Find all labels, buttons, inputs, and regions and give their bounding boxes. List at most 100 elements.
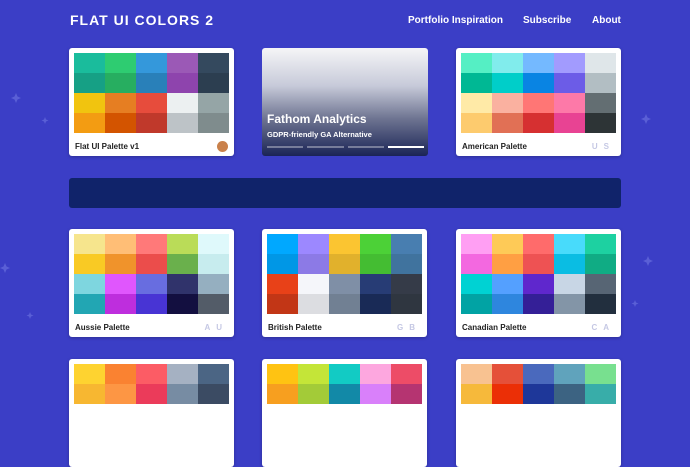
color-swatch[interactable]	[360, 234, 391, 254]
color-swatch[interactable]	[198, 234, 229, 254]
color-swatch[interactable]	[585, 384, 616, 404]
site-logo[interactable]: FLAT UI COLORS 2	[70, 12, 214, 28]
nav-portfolio-inspiration[interactable]: Portfolio Inspiration	[408, 15, 503, 26]
color-swatch[interactable]	[554, 113, 585, 133]
color-swatch[interactable]	[298, 364, 329, 384]
color-swatch[interactable]	[136, 294, 167, 314]
color-swatch[interactable]	[105, 73, 136, 93]
nav-about[interactable]: About	[592, 15, 621, 26]
color-swatch[interactable]	[523, 73, 554, 93]
color-swatch[interactable]	[74, 53, 105, 73]
color-swatch[interactable]	[492, 274, 523, 294]
color-swatch[interactable]	[105, 234, 136, 254]
color-swatch[interactable]	[198, 274, 229, 294]
color-swatch[interactable]	[167, 274, 198, 294]
color-swatch[interactable]	[74, 113, 105, 133]
color-swatch[interactable]	[461, 234, 492, 254]
color-swatch[interactable]	[167, 294, 198, 314]
color-swatch[interactable]	[136, 234, 167, 254]
color-swatch[interactable]	[360, 274, 391, 294]
color-swatch[interactable]	[198, 254, 229, 274]
color-swatch[interactable]	[167, 384, 198, 404]
color-swatch[interactable]	[167, 254, 198, 274]
color-swatch[interactable]	[360, 294, 391, 314]
color-swatch[interactable]	[585, 274, 616, 294]
color-swatch[interactable]	[391, 234, 422, 254]
color-swatch[interactable]	[360, 384, 391, 404]
color-swatch[interactable]	[461, 254, 492, 274]
color-swatch[interactable]	[267, 294, 298, 314]
color-swatch[interactable]	[267, 234, 298, 254]
color-swatch[interactable]	[198, 113, 229, 133]
color-swatch[interactable]	[136, 53, 167, 73]
color-swatch[interactable]	[554, 234, 585, 254]
sponsor-ad[interactable]: Fathom Analytics GDPR-friendly GA Altern…	[262, 48, 428, 156]
color-swatch[interactable]	[461, 364, 492, 384]
color-swatch[interactable]	[492, 113, 523, 133]
color-swatch[interactable]	[585, 254, 616, 274]
color-swatch[interactable]	[523, 294, 554, 314]
color-swatch[interactable]	[554, 254, 585, 274]
color-swatch[interactable]	[136, 364, 167, 384]
color-swatch[interactable]	[554, 53, 585, 73]
color-swatch[interactable]	[105, 274, 136, 294]
color-swatch[interactable]	[167, 234, 198, 254]
color-swatch[interactable]	[267, 254, 298, 274]
color-swatch[interactable]	[523, 93, 554, 113]
color-swatch[interactable]	[198, 294, 229, 314]
color-swatch[interactable]	[167, 113, 198, 133]
color-swatch[interactable]	[167, 73, 198, 93]
color-swatch[interactable]	[585, 93, 616, 113]
palette-card-flat-ui-v1[interactable]: Flat UI Palette v1	[69, 48, 234, 156]
color-swatch[interactable]	[267, 274, 298, 294]
ad-slide-indicator[interactable]	[307, 146, 344, 148]
color-swatch[interactable]	[461, 294, 492, 314]
color-swatch[interactable]	[554, 364, 585, 384]
color-swatch[interactable]	[461, 93, 492, 113]
color-swatch[interactable]	[105, 53, 136, 73]
color-swatch[interactable]	[391, 384, 422, 404]
color-swatch[interactable]	[585, 73, 616, 93]
color-swatch[interactable]	[391, 364, 422, 384]
color-swatch[interactable]	[329, 234, 360, 254]
color-swatch[interactable]	[298, 274, 329, 294]
palette-card[interactable]	[456, 359, 621, 467]
color-swatch[interactable]	[461, 53, 492, 73]
palette-card[interactable]	[262, 359, 427, 467]
color-swatch[interactable]	[492, 384, 523, 404]
color-swatch[interactable]	[329, 254, 360, 274]
color-swatch[interactable]	[198, 384, 229, 404]
color-swatch[interactable]	[136, 254, 167, 274]
color-swatch[interactable]	[523, 384, 554, 404]
color-swatch[interactable]	[523, 274, 554, 294]
color-swatch[interactable]	[554, 274, 585, 294]
color-swatch[interactable]	[492, 364, 523, 384]
color-swatch[interactable]	[105, 364, 136, 384]
palette-card-american[interactable]: American Palette US	[456, 48, 621, 156]
color-swatch[interactable]	[585, 364, 616, 384]
color-swatch[interactable]	[329, 294, 360, 314]
color-swatch[interactable]	[136, 274, 167, 294]
color-swatch[interactable]	[523, 113, 554, 133]
color-swatch[interactable]	[74, 384, 105, 404]
color-swatch[interactable]	[461, 113, 492, 133]
color-swatch[interactable]	[298, 234, 329, 254]
color-swatch[interactable]	[329, 384, 360, 404]
color-swatch[interactable]	[136, 384, 167, 404]
color-swatch[interactable]	[74, 364, 105, 384]
color-swatch[interactable]	[74, 254, 105, 274]
color-swatch[interactable]	[492, 294, 523, 314]
color-swatch[interactable]	[360, 254, 391, 274]
color-swatch[interactable]	[298, 254, 329, 274]
color-swatch[interactable]	[198, 53, 229, 73]
color-swatch[interactable]	[74, 93, 105, 113]
color-swatch[interactable]	[267, 384, 298, 404]
color-swatch[interactable]	[167, 93, 198, 113]
color-swatch[interactable]	[585, 234, 616, 254]
color-swatch[interactable]	[267, 364, 298, 384]
color-swatch[interactable]	[461, 274, 492, 294]
color-swatch[interactable]	[554, 73, 585, 93]
color-swatch[interactable]	[585, 53, 616, 73]
color-swatch[interactable]	[105, 113, 136, 133]
color-swatch[interactable]	[105, 384, 136, 404]
